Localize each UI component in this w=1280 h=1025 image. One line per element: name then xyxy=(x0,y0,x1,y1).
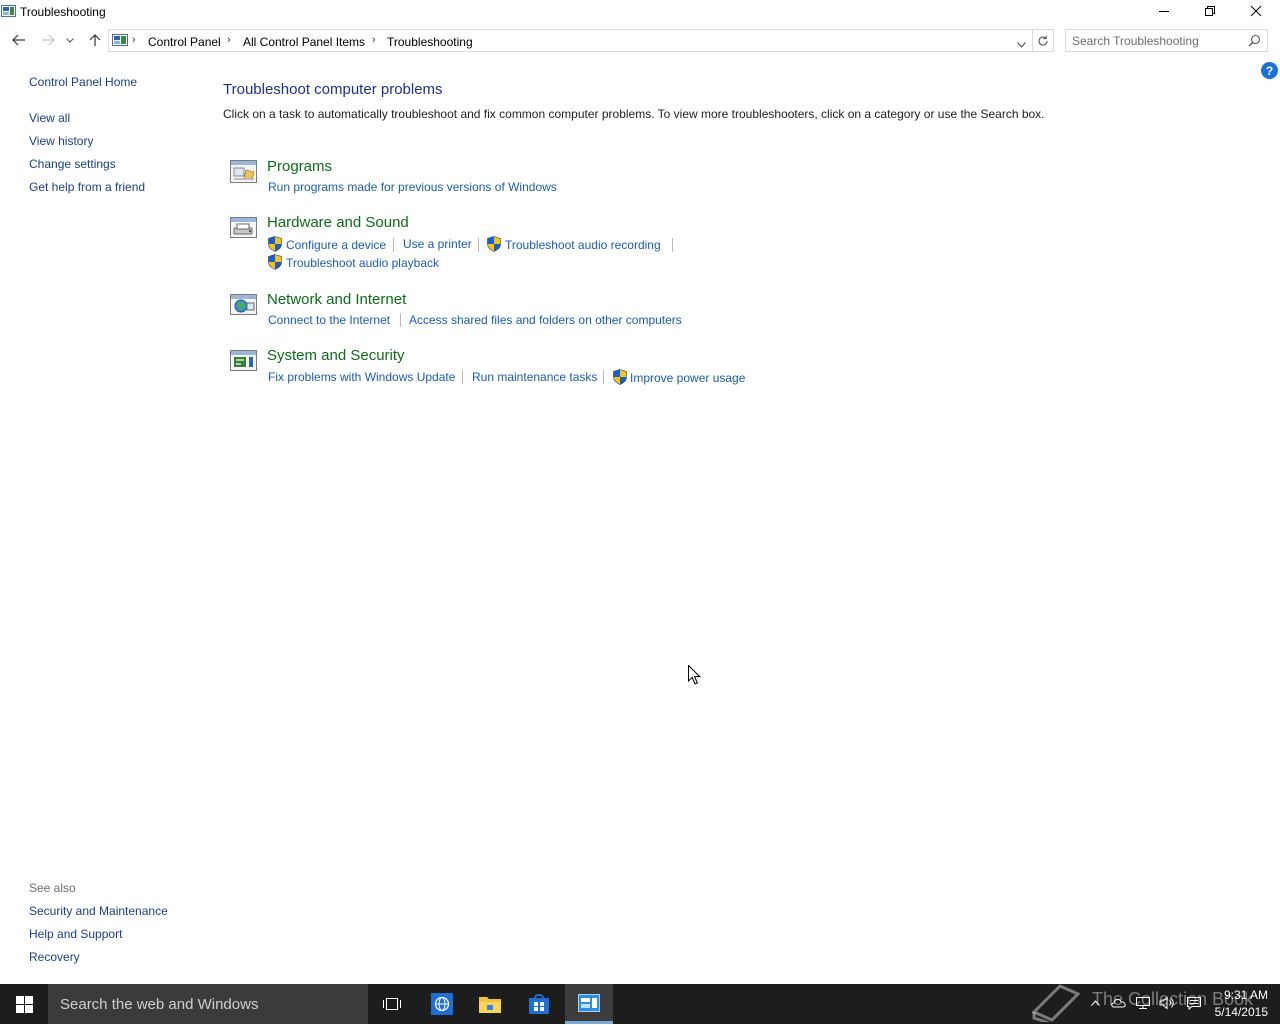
task-view-button[interactable] xyxy=(368,984,416,1024)
page-title: Troubleshoot computer problems xyxy=(223,81,443,98)
back-button[interactable] xyxy=(9,30,29,50)
control-panel-icon xyxy=(578,993,600,1012)
clock-date[interactable]: 5/14/2015 xyxy=(1205,1005,1268,1019)
task-improve-power-usage[interactable]: Improve power usage xyxy=(630,371,745,385)
task-separator xyxy=(672,238,673,252)
forward-button[interactable] xyxy=(38,30,58,50)
breadcrumb-chevron-icon[interactable]: › xyxy=(227,34,231,46)
refresh-button[interactable] xyxy=(1033,29,1054,52)
breadcrumb-all-control-panel-items[interactable]: All Control Panel Items xyxy=(243,35,365,49)
page-description: Click on a task to automatically trouble… xyxy=(223,107,1045,121)
task-separator xyxy=(603,370,604,384)
help-icon[interactable]: ? xyxy=(1261,62,1278,79)
clock-time[interactable]: 9:31 AM xyxy=(1213,988,1268,1002)
taskbar-search-placeholder: Search the web and Windows xyxy=(60,996,259,1013)
network-icon[interactable] xyxy=(1134,994,1152,1012)
recent-locations-dropdown[interactable] xyxy=(62,30,78,50)
taskbar-browser-button[interactable] xyxy=(418,984,466,1024)
search-box[interactable] xyxy=(1065,29,1268,52)
security-and-maintenance-link[interactable]: Security and Maintenance xyxy=(29,904,168,918)
taskbar-store-button[interactable] xyxy=(515,984,563,1024)
uac-shield-icon xyxy=(613,369,627,385)
get-help-from-a-friend-link[interactable]: Get help from a friend xyxy=(29,180,145,194)
control-panel-home-link[interactable]: Control Panel Home xyxy=(29,75,137,89)
category-programs[interactable]: Programs xyxy=(267,158,332,175)
taskbar-file-explorer-button[interactable] xyxy=(466,984,514,1024)
search-icon[interactable] xyxy=(1248,34,1261,50)
uac-shield-icon xyxy=(487,236,501,252)
hardware-sound-icon[interactable] xyxy=(228,212,260,244)
breadcrumb-chevron-icon[interactable]: › xyxy=(372,34,376,46)
task-separator xyxy=(393,238,394,252)
category-hardware-and-sound[interactable]: Hardware and Sound xyxy=(267,214,409,231)
store-icon xyxy=(529,994,549,1014)
task-fix-problems-with-windows-update[interactable]: Fix problems with Windows Update xyxy=(268,370,455,384)
task-run-maintenance-tasks[interactable]: Run maintenance tasks xyxy=(472,370,597,384)
uac-shield-icon xyxy=(268,254,282,270)
control-panel-icon xyxy=(112,33,128,50)
task-view-icon xyxy=(383,998,401,1010)
task-separator xyxy=(462,370,463,384)
tray-onedrive-icon[interactable] xyxy=(1110,994,1128,1012)
task-access-shared-files-and-folders[interactable]: Access shared files and folders on other… xyxy=(409,313,682,327)
taskbar-control-panel-button[interactable] xyxy=(565,984,613,1024)
search-input[interactable] xyxy=(1072,34,1242,48)
network-internet-icon[interactable] xyxy=(228,289,260,321)
category-network-and-internet[interactable]: Network and Internet xyxy=(267,291,406,308)
start-button[interactable] xyxy=(0,984,48,1024)
see-also-heading: See also xyxy=(29,881,76,895)
breadcrumb-troubleshooting[interactable]: Troubleshooting xyxy=(387,35,473,49)
watermark-book-icon xyxy=(1028,978,1084,1025)
up-button[interactable] xyxy=(85,30,105,50)
refresh-icon xyxy=(1038,35,1048,46)
task-troubleshoot-audio-recording[interactable]: Troubleshoot audio recording xyxy=(505,238,661,252)
address-history-dropdown-icon[interactable] xyxy=(1017,37,1026,51)
view-all-link[interactable]: View all xyxy=(29,111,70,125)
task-separator xyxy=(478,238,479,252)
restore-button[interactable] xyxy=(1187,0,1233,22)
volume-icon[interactable] xyxy=(1158,994,1176,1012)
help-and-support-link[interactable]: Help and Support xyxy=(29,927,122,941)
taskbar-search-box[interactable]: Search the web and Windows xyxy=(48,984,368,1024)
breadcrumb-chevron-icon[interactable]: › xyxy=(132,34,136,46)
change-settings-link[interactable]: Change settings xyxy=(29,157,116,171)
browser-icon xyxy=(431,993,453,1015)
breadcrumb-control-panel[interactable]: Control Panel xyxy=(148,35,221,49)
windows-logo-icon xyxy=(15,995,33,1013)
troubleshooting-app-icon xyxy=(1,4,16,18)
window-title: Troubleshooting xyxy=(20,5,106,19)
view-history-link[interactable]: View history xyxy=(29,134,93,148)
task-run-programs-made-for-previous-versions[interactable]: Run programs made for previous versions … xyxy=(268,180,557,194)
close-button[interactable] xyxy=(1233,0,1279,22)
recovery-link[interactable]: Recovery xyxy=(29,950,80,964)
action-center-icon[interactable] xyxy=(1185,994,1203,1012)
task-use-a-printer[interactable]: Use a printer xyxy=(403,237,472,251)
folder-icon xyxy=(479,997,501,1013)
show-hidden-icons-chevron-icon[interactable] xyxy=(1086,994,1104,1012)
minimize-button[interactable] xyxy=(1141,0,1187,22)
mouse-cursor-icon xyxy=(688,664,702,688)
title-bar: Troubleshooting xyxy=(0,0,1280,24)
task-connect-to-the-internet[interactable]: Connect to the Internet xyxy=(268,313,390,327)
task-separator xyxy=(400,313,401,327)
task-configure-a-device[interactable]: Configure a device xyxy=(286,238,386,252)
system-security-icon[interactable] xyxy=(228,345,260,377)
category-system-and-security[interactable]: System and Security xyxy=(267,347,405,364)
address-bar[interactable]: › Control Panel › All Control Panel Item… xyxy=(108,29,1033,52)
programs-icon[interactable] xyxy=(228,156,260,188)
uac-shield-icon xyxy=(268,236,282,252)
task-troubleshoot-audio-playback[interactable]: Troubleshoot audio playback xyxy=(286,256,439,270)
